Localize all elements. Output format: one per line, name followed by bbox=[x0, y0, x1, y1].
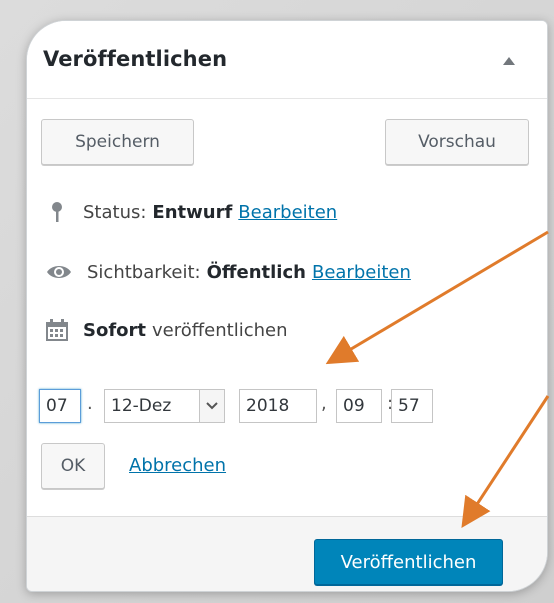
save-draft-button[interactable]: Speichern bbox=[41, 119, 194, 165]
schedule-text: veröffentlichen bbox=[152, 319, 288, 341]
collapse-triangle-icon[interactable] bbox=[503, 57, 515, 65]
year-separator: , bbox=[321, 393, 327, 414]
status-value: Entwurf bbox=[152, 201, 233, 223]
publish-box: Veröffentlichen Speichern Vorschau Statu… bbox=[26, 20, 548, 592]
calendar-icon bbox=[45, 318, 69, 342]
visibility-edit-link[interactable]: Bearbeiten bbox=[312, 262, 411, 283]
chevron-down-icon[interactable] bbox=[199, 390, 224, 422]
month-select-value: 12-Dez bbox=[111, 396, 172, 416]
day-separator: . bbox=[87, 393, 93, 414]
minute-input[interactable]: 57 bbox=[391, 389, 433, 423]
status-row: Status: Entwurf Bearbeiten bbox=[45, 200, 337, 224]
schedule-row: Sofort veröffentlichen bbox=[45, 318, 288, 342]
day-input[interactable]: 07 bbox=[39, 389, 81, 423]
year-input[interactable]: 2018 bbox=[239, 389, 317, 423]
publish-button[interactable]: Veröffentlichen bbox=[314, 539, 503, 585]
cancel-link[interactable]: Abbrechen bbox=[129, 455, 226, 476]
hour-input[interactable]: 09 bbox=[336, 389, 382, 423]
visibility-label: Sichtbarkeit: bbox=[87, 261, 201, 283]
publish-box-header[interactable]: Veröffentlichen bbox=[27, 21, 547, 99]
eye-icon bbox=[45, 260, 73, 284]
panel-title: Veröffentlichen bbox=[43, 47, 228, 71]
status-edit-link[interactable]: Bearbeiten bbox=[238, 202, 337, 223]
schedule-strong: Sofort bbox=[83, 319, 147, 341]
month-select[interactable]: 12-Dez bbox=[104, 389, 225, 423]
ok-button[interactable]: OK bbox=[41, 443, 105, 489]
status-label: Status: bbox=[83, 201, 147, 223]
visibility-row: Sichtbarkeit: Öffentlich Bearbeiten bbox=[45, 260, 411, 284]
pin-icon bbox=[45, 200, 69, 224]
visibility-value: Öffentlich bbox=[206, 261, 306, 283]
publish-box-footer: Veröffentlichen bbox=[27, 516, 547, 591]
preview-button[interactable]: Vorschau bbox=[385, 119, 529, 165]
